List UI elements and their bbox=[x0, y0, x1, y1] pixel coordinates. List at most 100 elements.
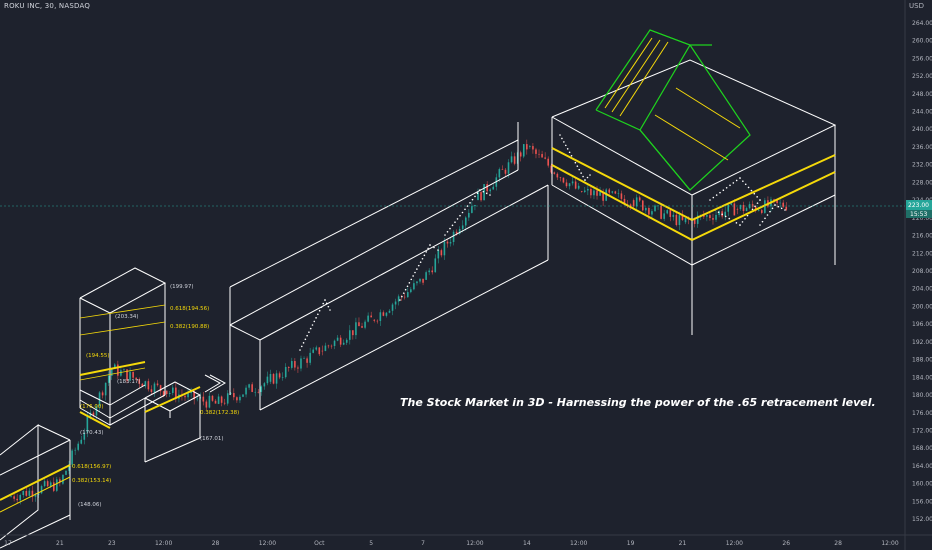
candle-body bbox=[416, 281, 418, 284]
time-tick: 12:00 bbox=[726, 540, 743, 547]
candle-body bbox=[110, 368, 113, 376]
projection-dot bbox=[747, 186, 750, 189]
candle-body bbox=[632, 200, 635, 207]
fib-labels: 0.618(194.56) 0.382(190.88) (194.55) (17… bbox=[72, 284, 239, 508]
candle-body bbox=[715, 214, 717, 220]
projection-dot bbox=[759, 199, 761, 201]
candle-body bbox=[251, 384, 253, 392]
candle-body bbox=[153, 383, 156, 392]
projection-dot bbox=[759, 224, 761, 226]
candle-body bbox=[101, 392, 104, 396]
projection-dot bbox=[574, 161, 577, 164]
projection-dot bbox=[766, 214, 769, 216]
time-tick: 12:00 bbox=[466, 540, 483, 547]
price-tick: 176.00 bbox=[912, 410, 932, 417]
candle-body bbox=[498, 169, 501, 178]
candle-body bbox=[669, 210, 672, 217]
candle-body bbox=[19, 495, 22, 501]
candle-body bbox=[260, 386, 263, 392]
projection-dot bbox=[322, 302, 325, 305]
fib-label: (194.55) bbox=[86, 353, 110, 359]
projection-dot bbox=[774, 204, 776, 206]
candle-body bbox=[468, 212, 470, 218]
candle-body bbox=[156, 383, 159, 386]
candle-body bbox=[352, 330, 354, 336]
green-cube-fib-lines bbox=[604, 37, 741, 161]
candle-body bbox=[712, 217, 714, 220]
price-tick: 232.00 bbox=[912, 162, 932, 169]
candle-body bbox=[220, 396, 223, 403]
candle-body bbox=[504, 169, 507, 174]
projection-dot bbox=[724, 215, 727, 218]
candle-body bbox=[275, 373, 278, 384]
candle-body bbox=[217, 396, 220, 404]
candle-body bbox=[248, 384, 250, 388]
candle-body bbox=[385, 312, 388, 316]
candle-body bbox=[428, 270, 430, 273]
candle-body bbox=[208, 395, 211, 408]
candle-body bbox=[529, 146, 531, 147]
time-tick: 5 bbox=[369, 540, 373, 547]
candle-body bbox=[324, 345, 327, 351]
projection-dot bbox=[306, 334, 308, 337]
candle-body bbox=[300, 358, 302, 369]
projection-dot bbox=[744, 183, 747, 186]
time-tick: 21 bbox=[56, 540, 64, 547]
projection-dot bbox=[404, 288, 407, 291]
candle-body bbox=[355, 322, 357, 336]
candle-body bbox=[608, 189, 611, 193]
projection-dot bbox=[722, 189, 725, 192]
candle-body bbox=[461, 225, 464, 230]
projection-dot bbox=[302, 342, 305, 344]
candle-body bbox=[654, 205, 656, 212]
price-tick: 196.00 bbox=[912, 321, 932, 328]
candle-body bbox=[294, 361, 296, 368]
candle-body bbox=[446, 241, 449, 244]
candle-body bbox=[25, 490, 28, 496]
projection-dot bbox=[735, 179, 738, 182]
projection-dot bbox=[317, 313, 319, 316]
projection-dot bbox=[582, 175, 584, 178]
time-tick: 26 bbox=[782, 540, 790, 547]
chart-canvas[interactable]: 152.00 156.00 160.00 164.00 168.00 172.00 176.… bbox=[0, 0, 932, 550]
projection-dot bbox=[729, 184, 731, 187]
projection-dot bbox=[451, 224, 454, 227]
candle-body bbox=[306, 358, 308, 363]
candle-body bbox=[562, 177, 565, 183]
projection-dot bbox=[464, 208, 466, 211]
projection-dot bbox=[717, 211, 720, 213]
candle-body bbox=[117, 364, 119, 376]
candle-body bbox=[394, 301, 397, 305]
candle-body bbox=[651, 211, 653, 215]
projection-dot bbox=[416, 268, 418, 270]
projection-dot bbox=[732, 182, 735, 184]
candle-body bbox=[120, 370, 122, 376]
candle-body bbox=[373, 319, 376, 321]
candle-body bbox=[49, 482, 52, 487]
candle-body bbox=[312, 349, 314, 353]
candle-body bbox=[480, 192, 482, 201]
projection-dot bbox=[449, 227, 451, 230]
projection-dot bbox=[769, 210, 771, 213]
time-tick: 12:00 bbox=[570, 540, 587, 547]
time-axis: 17 21 23 12:00 28 12:00 Oct 5 7 12:00 14 12:00 19 21 1… bbox=[0, 534, 932, 547]
projection-dot bbox=[313, 320, 316, 323]
projection-dot bbox=[315, 317, 317, 319]
candle-body bbox=[501, 169, 504, 170]
price-tick: 204.00 bbox=[912, 286, 932, 293]
projection-dot bbox=[406, 285, 409, 288]
projection-dot bbox=[311, 324, 314, 326]
candle-body bbox=[205, 401, 208, 408]
projection-dot bbox=[421, 257, 424, 260]
projection-dot bbox=[408, 282, 411, 284]
projection-dot bbox=[764, 217, 766, 220]
candle-body bbox=[553, 172, 556, 174]
candle-body bbox=[236, 397, 238, 401]
candle-body bbox=[107, 375, 110, 383]
candle-body bbox=[379, 312, 382, 321]
fib-label: 0.382(172.38) bbox=[200, 410, 239, 416]
candle-body bbox=[440, 250, 443, 256]
price-tick: 164.00 bbox=[912, 463, 932, 470]
candle-body bbox=[577, 185, 580, 189]
candle-body bbox=[648, 207, 650, 215]
